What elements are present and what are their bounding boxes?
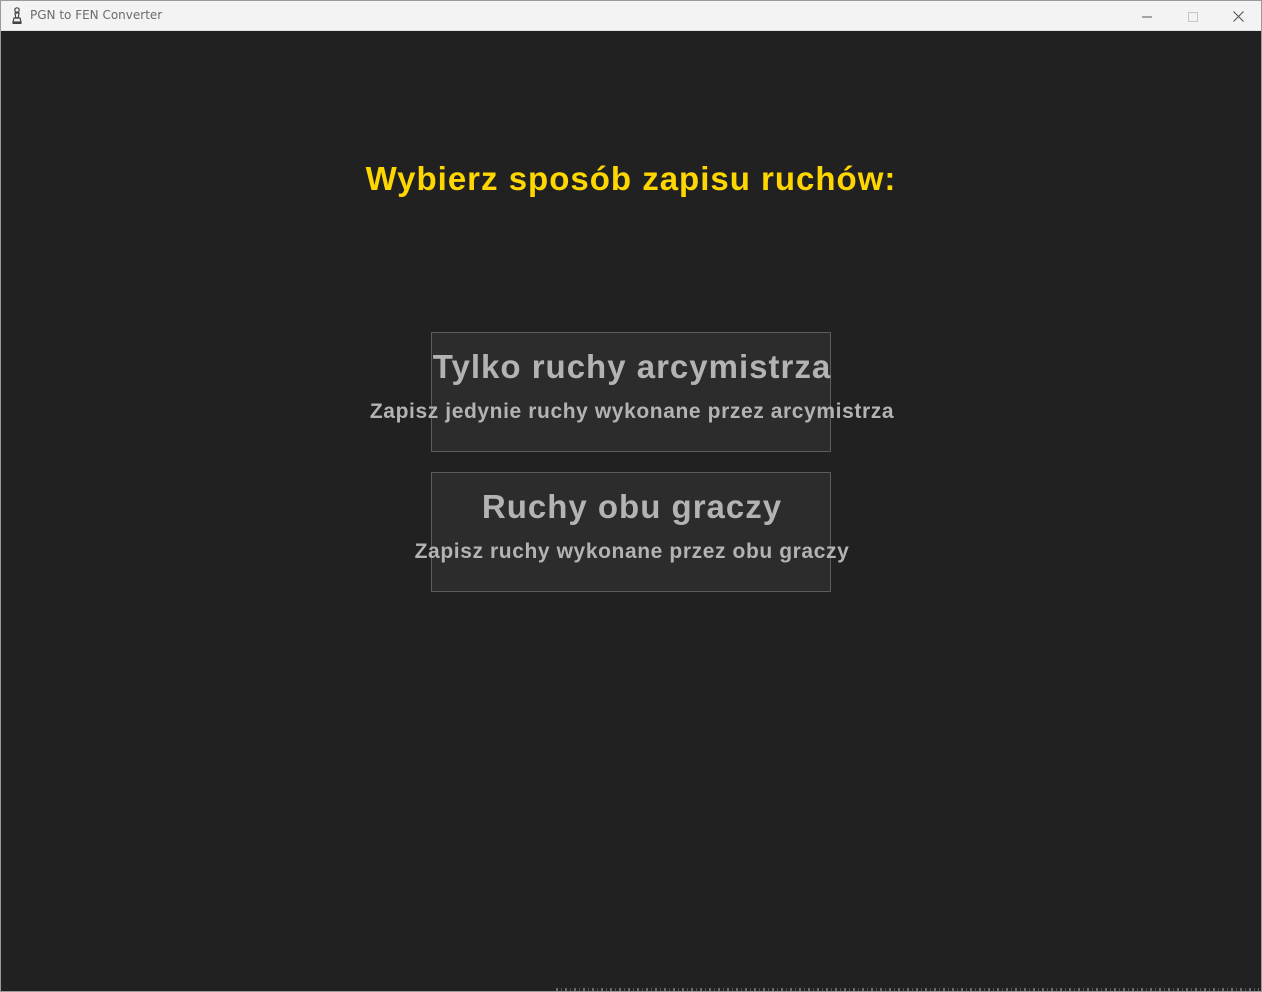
option-description: Zapisz ruchy wykonane przez obu graczy — [414, 540, 850, 563]
title-bar[interactable]: PGN to FEN Converter — [1, 1, 1261, 31]
maximize-icon — [1188, 7, 1198, 26]
option-description: Zapisz jedynie ruchy wykonane przez arcy… — [369, 400, 895, 423]
minimize-icon — [1142, 7, 1152, 26]
app-window: PGN to FEN Converter Wybierz sposób zapi… — [0, 0, 1262, 992]
close-button[interactable] — [1215, 1, 1261, 31]
main-content: Wybierz sposób zapisu ruchów: Tylko ruch… — [1, 32, 1261, 991]
option-both-players-button[interactable]: Ruchy obu graczy Zapisz ruchy wykonane p… — [415, 472, 849, 592]
option-title: Tylko ruchy arcymistrza — [432, 348, 832, 385]
window-title: PGN to FEN Converter — [30, 8, 163, 22]
page-heading: Wybierz sposób zapisu ruchów: — [365, 160, 897, 197]
chess-pawn-icon — [11, 7, 23, 25]
option-grandmaster-moves-button[interactable]: Tylko ruchy arcymistrza Zapisz jedynie r… — [370, 332, 894, 452]
close-icon — [1232, 7, 1244, 26]
minimize-button[interactable] — [1124, 1, 1170, 31]
maximize-button[interactable] — [1170, 1, 1216, 31]
option-title: Ruchy obu graczy — [481, 488, 783, 525]
status-strip — [556, 988, 1259, 991]
